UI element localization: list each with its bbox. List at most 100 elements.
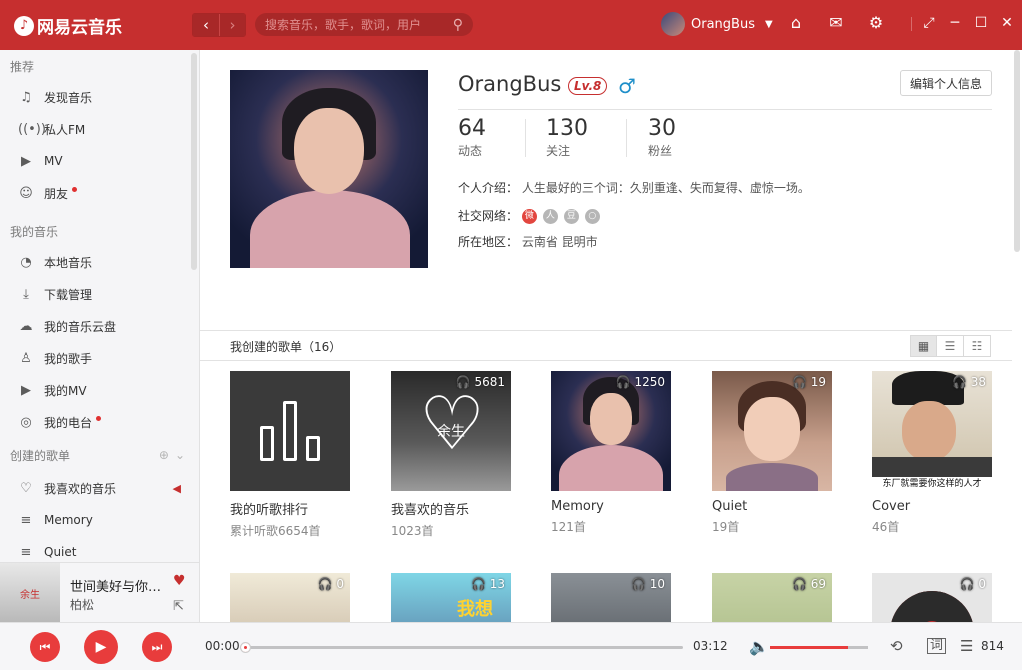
playlist-name[interactable]: 我的听歌排行 <box>230 499 350 518</box>
sidebar-item-liked[interactable]: ♡ 我喜欢的音乐 ◀ <box>0 472 199 504</box>
playlist-card[interactable]: 我想 🎧 13 <box>391 573 511 622</box>
playlist-cover[interactable]: ♡ 余生 🎧 5681 <box>391 371 511 491</box>
playlist-icon: ≡ <box>20 544 32 560</box>
playlist-name[interactable]: Quiet <box>712 499 832 514</box>
sidebar-item-mv[interactable]: ▶ MV <box>0 145 199 177</box>
sidebar-scrollbar[interactable] <box>191 53 197 270</box>
progress-bar[interactable] <box>240 642 683 653</box>
mail-icon[interactable]: ✉ <box>826 13 846 32</box>
stat-label: 粉丝 <box>648 144 673 158</box>
playlist-cover[interactable]: 东厂就需要你这样的人才 🎧 38 <box>872 371 992 491</box>
cloud-icon: ☁ <box>19 318 33 334</box>
sidebar-item-my-mv[interactable]: ▶ 我的MV <box>0 374 199 406</box>
previous-icon[interactable]: ⏮ <box>30 632 60 662</box>
bio-text: 人生最好的三个词：久别重逢、失而复得、虚惊一场。 <box>521 181 810 195</box>
main-scrollbar[interactable] <box>1014 50 1020 252</box>
app-logo[interactable]: ♪ 网易云音乐 <box>14 13 122 38</box>
playlist-card[interactable]: 🎧 1250 Memory 121首 <box>551 371 671 535</box>
user-menu[interactable]: OrangBus ▼ <box>661 12 773 36</box>
playlist-icon: ≡ <box>20 512 32 528</box>
cover-caption: 东厂就需要你这样的人才 <box>872 477 992 491</box>
sidebar-item-friends[interactable]: ☺ 朋友 <box>0 177 199 209</box>
sidebar-item-singers[interactable]: ♙ 我的歌手 <box>0 342 199 374</box>
playlist-card[interactable]: 🎧 69 <box>712 573 832 622</box>
play-count: 🎧 10 <box>630 577 665 591</box>
playlist-card[interactable]: 🎧 0 <box>872 573 992 622</box>
playlist-cover[interactable]: 🎧 19 <box>712 371 832 491</box>
playlist-cover[interactable]: 🎧 69 <box>712 573 832 622</box>
playlist-card[interactable]: 东厂就需要你这样的人才 🎧 38 Cover 46首 <box>872 371 992 535</box>
playlist-card[interactable]: 我的听歌排行 累计听歌6654首 <box>230 371 350 539</box>
douban-icon[interactable]: 豆 <box>563 209 579 224</box>
detail-view-icon[interactable]: ☷ <box>964 335 991 357</box>
playlist-name[interactable]: 我喜欢的音乐 <box>391 499 511 518</box>
playlist-name[interactable]: Cover <box>872 499 992 514</box>
search-input[interactable]: 搜索音乐，歌手，歌词，用户 ⚲ <box>255 13 473 36</box>
sidebar-item-local[interactable]: ◔ 本地音乐 <box>0 246 199 278</box>
now-playing-title[interactable]: 世间美好与你环环相扣 <box>70 576 170 595</box>
loop-icon[interactable]: ⟲ <box>890 637 903 655</box>
playlist-cover[interactable]: 🎧 10 <box>551 573 671 622</box>
next-icon[interactable]: ⏭ <box>142 632 172 662</box>
sidebar-item-quiet[interactable]: ≡ Quiet <box>0 536 199 562</box>
playlist-card[interactable]: 🎧 19 Quiet 19首 <box>712 371 832 535</box>
sidebar-item-fm[interactable]: ((•)) 私人FM <box>0 113 199 145</box>
stat-following[interactable]: 130 关注 <box>546 116 588 159</box>
close-icon[interactable]: ✕ <box>1000 15 1014 31</box>
gear-icon[interactable]: ⚙ <box>866 13 886 32</box>
divider <box>911 17 912 31</box>
heart-icon[interactable]: ♥ <box>173 573 186 589</box>
search-icon[interactable]: ⚲ <box>453 17 463 33</box>
level-badge[interactable]: Lv.8 <box>568 77 608 95</box>
share-icon[interactable]: ⇱ <box>173 599 184 614</box>
progress-knob[interactable] <box>240 642 251 653</box>
playlist-card[interactable]: 🎧 10 <box>551 573 671 622</box>
minimize-icon[interactable]: ─ <box>948 15 962 31</box>
chevron-down-icon[interactable]: ⌄ <box>175 448 185 462</box>
cover-text: 余生 <box>20 589 40 601</box>
stat-followers[interactable]: 30 粉丝 <box>648 116 676 159</box>
sidebar-item-memory[interactable]: ≡ Memory <box>0 504 199 536</box>
playlist-cover[interactable]: 我想 🎧 13 <box>391 573 511 622</box>
sidebar-item-station[interactable]: ◎ 我的电台 <box>0 406 199 438</box>
chevron-down-icon: ▼ <box>764 18 773 30</box>
created-playlists-header[interactable]: 创建的歌单 ⊕ ⌄ <box>0 438 199 472</box>
skin-icon[interactable]: ⌂ <box>786 13 806 32</box>
stat-events[interactable]: 64 动态 <box>458 116 486 159</box>
playlist-cover[interactable]: 🎧 1250 <box>551 371 671 491</box>
playlist-cover[interactable]: 🎧 0 <box>230 573 350 622</box>
lyrics-button[interactable]: 词 <box>927 638 947 654</box>
weibo-icon[interactable]: 微 <box>521 209 537 224</box>
forward-button[interactable]: › <box>219 14 245 36</box>
sidebar-item-download[interactable]: ⤓ 下载管理 <box>0 278 199 310</box>
sidebar-item-cloud[interactable]: ☁ 我的音乐云盘 <box>0 310 199 342</box>
playlist-queue-icon[interactable]: ☰ <box>960 637 973 655</box>
playlist-card[interactable]: 🎧 0 <box>230 573 350 622</box>
headphones-icon: 🎧 <box>951 375 967 389</box>
add-icon[interactable]: ⊕ <box>159 448 169 462</box>
now-playing[interactable]: 余生 世间美好与你环环相扣 柏松 ♥ ⇱ <box>0 562 200 623</box>
playlist-cover[interactable]: 🎧 0 <box>872 573 992 622</box>
edit-profile-button[interactable]: 编辑个人信息 <box>900 70 992 96</box>
headphones-icon: 🎧 <box>959 577 975 591</box>
toolbar-icons: ⌂ ✉ ⚙ <box>786 13 886 32</box>
playlist-cover[interactable] <box>230 371 350 491</box>
volume-slider[interactable] <box>770 646 868 649</box>
other-social-icon[interactable]: ○ <box>584 209 600 224</box>
back-button[interactable]: ‹ <box>193 14 219 36</box>
playlist-name[interactable]: Memory <box>551 499 671 514</box>
mini-mode-icon[interactable]: ⤢ <box>922 15 936 31</box>
now-playing-artist[interactable]: 柏松 <box>70 596 94 613</box>
sidebar-item-discover[interactable]: ♫ 发现音乐 <box>0 81 199 113</box>
profile-avatar[interactable] <box>230 70 428 268</box>
renren-icon[interactable]: 人 <box>542 209 558 224</box>
notification-dot <box>96 415 102 421</box>
maximize-icon[interactable]: ☐ <box>974 15 988 31</box>
grid-view-icon[interactable]: ▦ <box>910 335 937 357</box>
volume-icon[interactable]: 🔈 <box>749 637 769 656</box>
play-icon[interactable]: ▶ <box>84 630 118 664</box>
list-view-icon[interactable]: ☰ <box>937 335 964 357</box>
now-playing-cover[interactable]: 余生 <box>0 563 60 623</box>
playlist-card[interactable]: ♡ 余生 🎧 5681 我喜欢的音乐 1023首 <box>391 371 511 539</box>
profile-name: OrangBus <box>458 72 562 96</box>
